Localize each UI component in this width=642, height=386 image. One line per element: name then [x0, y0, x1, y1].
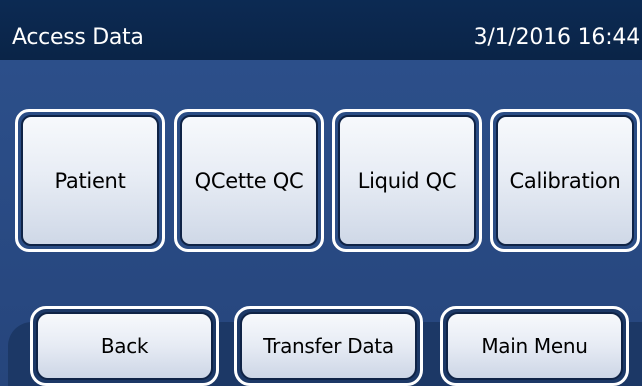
date-time-display: 3/1/2016 16:44: [473, 25, 641, 50]
transfer-data-button[interactable]: Transfer Data: [234, 306, 423, 386]
main-menu-button-face: Main Menu: [446, 312, 623, 380]
back-button-face: Back: [36, 312, 213, 380]
main-menu-button-label: Main Menu: [481, 334, 588, 358]
page-title: Access Data: [12, 25, 144, 50]
patient-button-face: Patient: [21, 115, 159, 246]
calibration-button-face: Calibration: [496, 115, 634, 246]
patient-button-label: Patient: [54, 168, 126, 193]
qcette-qc-button[interactable]: QCette QC: [174, 109, 324, 252]
patient-button[interactable]: Patient: [15, 109, 165, 252]
back-button-label: Back: [100, 334, 149, 358]
qcette-qc-button-label: QCette QC: [194, 168, 304, 193]
liquid-qc-button[interactable]: Liquid QC: [332, 109, 482, 252]
qcette-qc-button-face: QCette QC: [180, 115, 318, 246]
calibration-button[interactable]: Calibration: [490, 109, 640, 252]
transfer-data-button-face: Transfer Data: [240, 312, 417, 380]
liquid-qc-button-face: Liquid QC: [338, 115, 476, 246]
transfer-data-button-label: Transfer Data: [263, 334, 394, 358]
calibration-button-label: Calibration: [509, 168, 621, 193]
main-menu-button[interactable]: Main Menu: [440, 306, 629, 386]
back-button[interactable]: Back: [30, 306, 219, 386]
liquid-qc-button-label: Liquid QC: [357, 168, 457, 193]
screen: Access Data 3/1/2016 16:44 Patient QCett…: [0, 0, 642, 386]
title-bar: Access Data 3/1/2016 16:44: [0, 0, 642, 60]
